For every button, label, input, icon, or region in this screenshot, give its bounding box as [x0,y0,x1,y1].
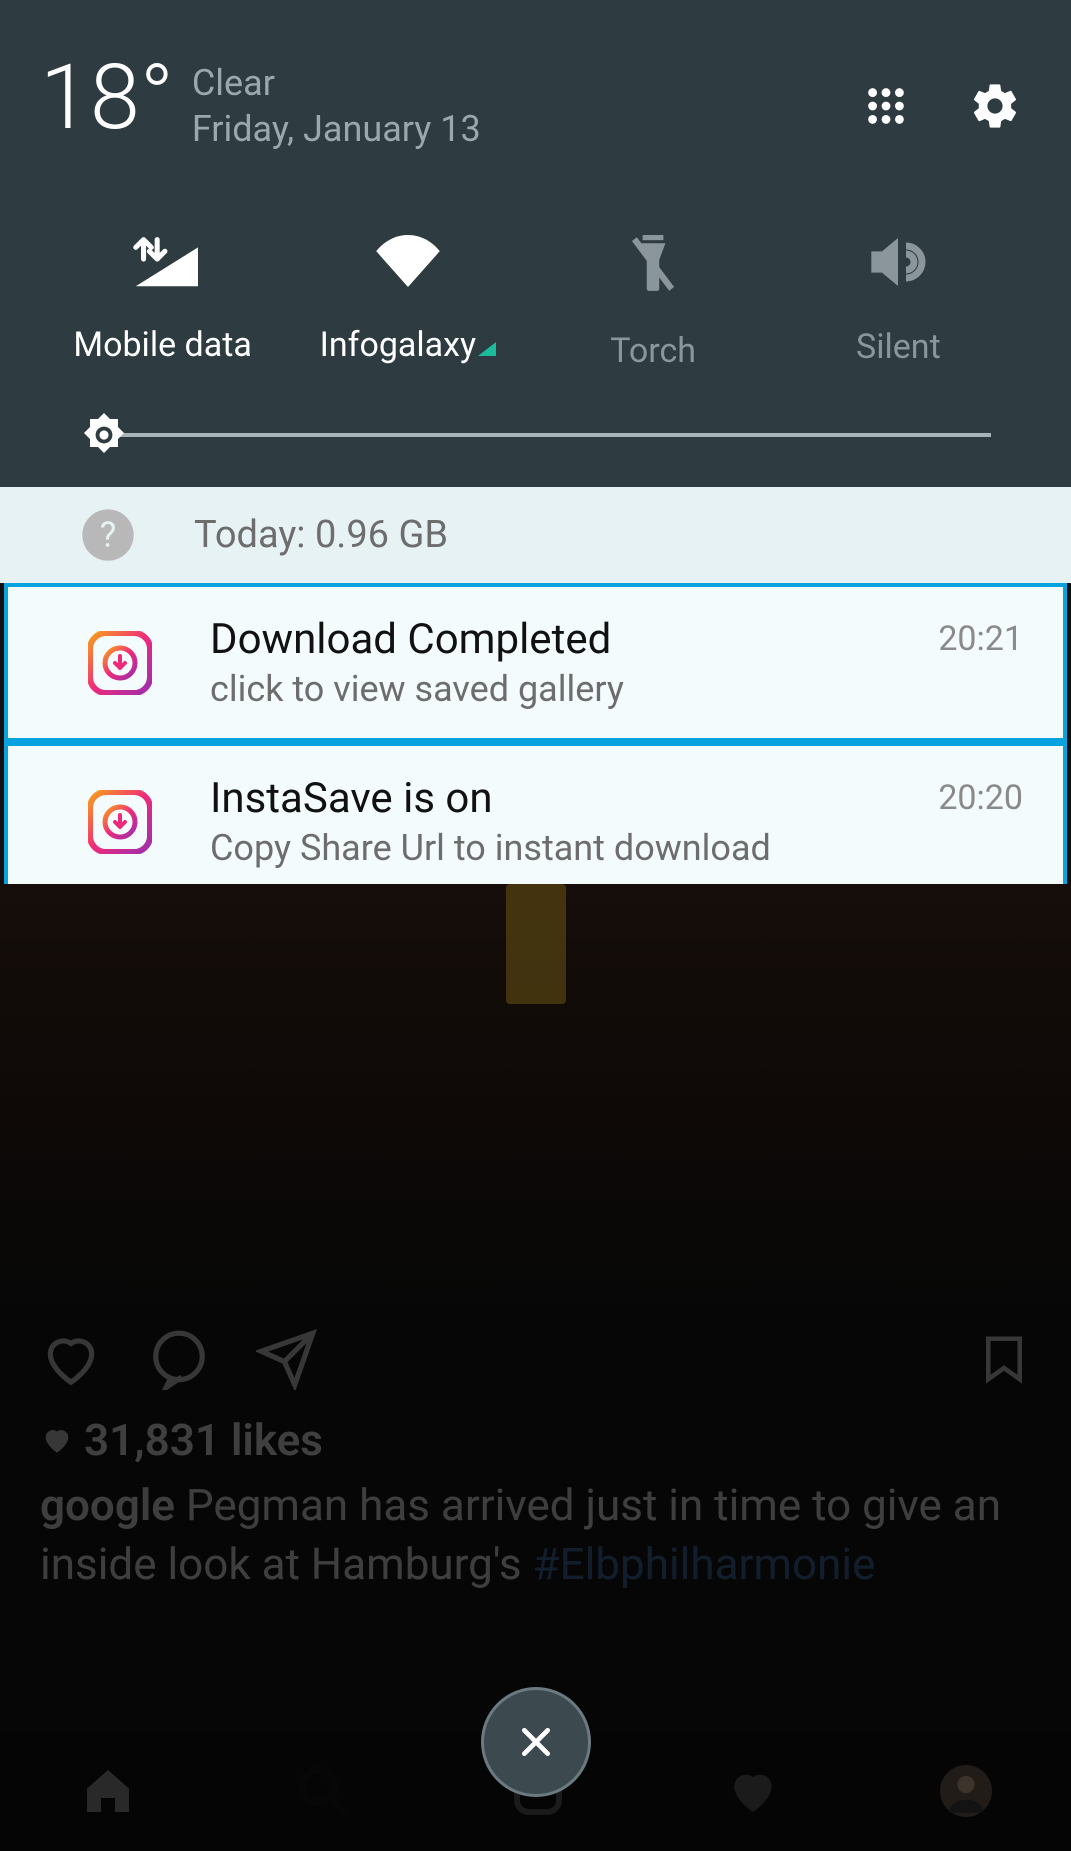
likes-count[interactable]: 31,831 likes [0,1414,1071,1466]
qs-label: Mobile data [73,325,251,365]
qs-label: Silent [856,327,941,367]
svg-text:?: ? [100,515,117,556]
post-caption[interactable]: google Pegman has arrived just in time t… [0,1466,1071,1595]
like-heart-icon[interactable] [40,1328,102,1390]
mobile-data-icon [128,235,198,287]
qs-wifi[interactable]: Infogalaxy [285,235,530,371]
qs-sound[interactable]: Silent [776,235,1021,371]
apps-grid-icon[interactable] [863,83,909,129]
qs-label: Torch [610,331,696,371]
usage-text: Today: 0.96 GB [194,513,448,557]
weather-widget[interactable]: 18° Clear Friday, January 13 [40,60,481,150]
bookmark-icon[interactable] [977,1328,1031,1390]
nav-activity-icon[interactable] [725,1763,781,1819]
date-text: Friday, January 13 [192,108,481,150]
notification-shade-header: 18° Clear Friday, January 13 Mobile data [0,0,1071,383]
nav-profile-avatar[interactable] [940,1765,992,1817]
instasave-icon [88,631,152,695]
qs-mobile-data[interactable]: Mobile data [40,235,285,371]
notification-instasave-on[interactable]: InstaSave is on Copy Share Url to instan… [4,742,1067,901]
qs-torch[interactable]: Torch [531,235,776,371]
settings-gear-icon[interactable] [969,80,1021,132]
post-username[interactable]: google [40,1479,175,1531]
data-usage-notification[interactable]: ? Today: 0.96 GB [0,487,1071,583]
hashtag-link[interactable]: #Elbphilharmonie [533,1538,876,1590]
notification-subtitle: Copy Share Url to instant download [210,827,880,869]
nav-search-icon[interactable] [295,1763,351,1819]
help-circle-icon: ? [80,507,136,563]
brightness-slider[interactable] [0,383,1071,487]
nav-home-icon[interactable] [80,1763,136,1819]
notification-title: InstaSave is on [210,774,880,823]
post-action-bar [0,1304,1071,1414]
wifi-icon [369,235,447,287]
instasave-icon [88,790,152,854]
share-icon[interactable] [256,1328,318,1390]
comment-icon[interactable] [148,1328,210,1390]
post-image[interactable] [0,884,1071,1304]
notification-time: 20:21 [938,619,1023,659]
brightness-thumb-icon[interactable] [80,411,128,459]
qs-label: Infogalaxy [320,325,477,365]
signal-indicator-icon [478,342,496,356]
notification-subtitle: click to view saved gallery [210,668,880,710]
close-notification-shade-button[interactable] [481,1687,591,1797]
weather-condition: Clear [192,62,481,104]
quick-settings-row: Mobile data Infogalaxy Torch Silent [40,235,1021,383]
speaker-icon [866,235,930,289]
notification-time: 20:20 [938,778,1023,818]
temperature: 18° [40,60,174,137]
torch-icon [628,235,678,293]
notification-download-completed[interactable]: Download Completed click to view saved g… [4,583,1067,742]
notification-title: Download Completed [210,615,880,664]
